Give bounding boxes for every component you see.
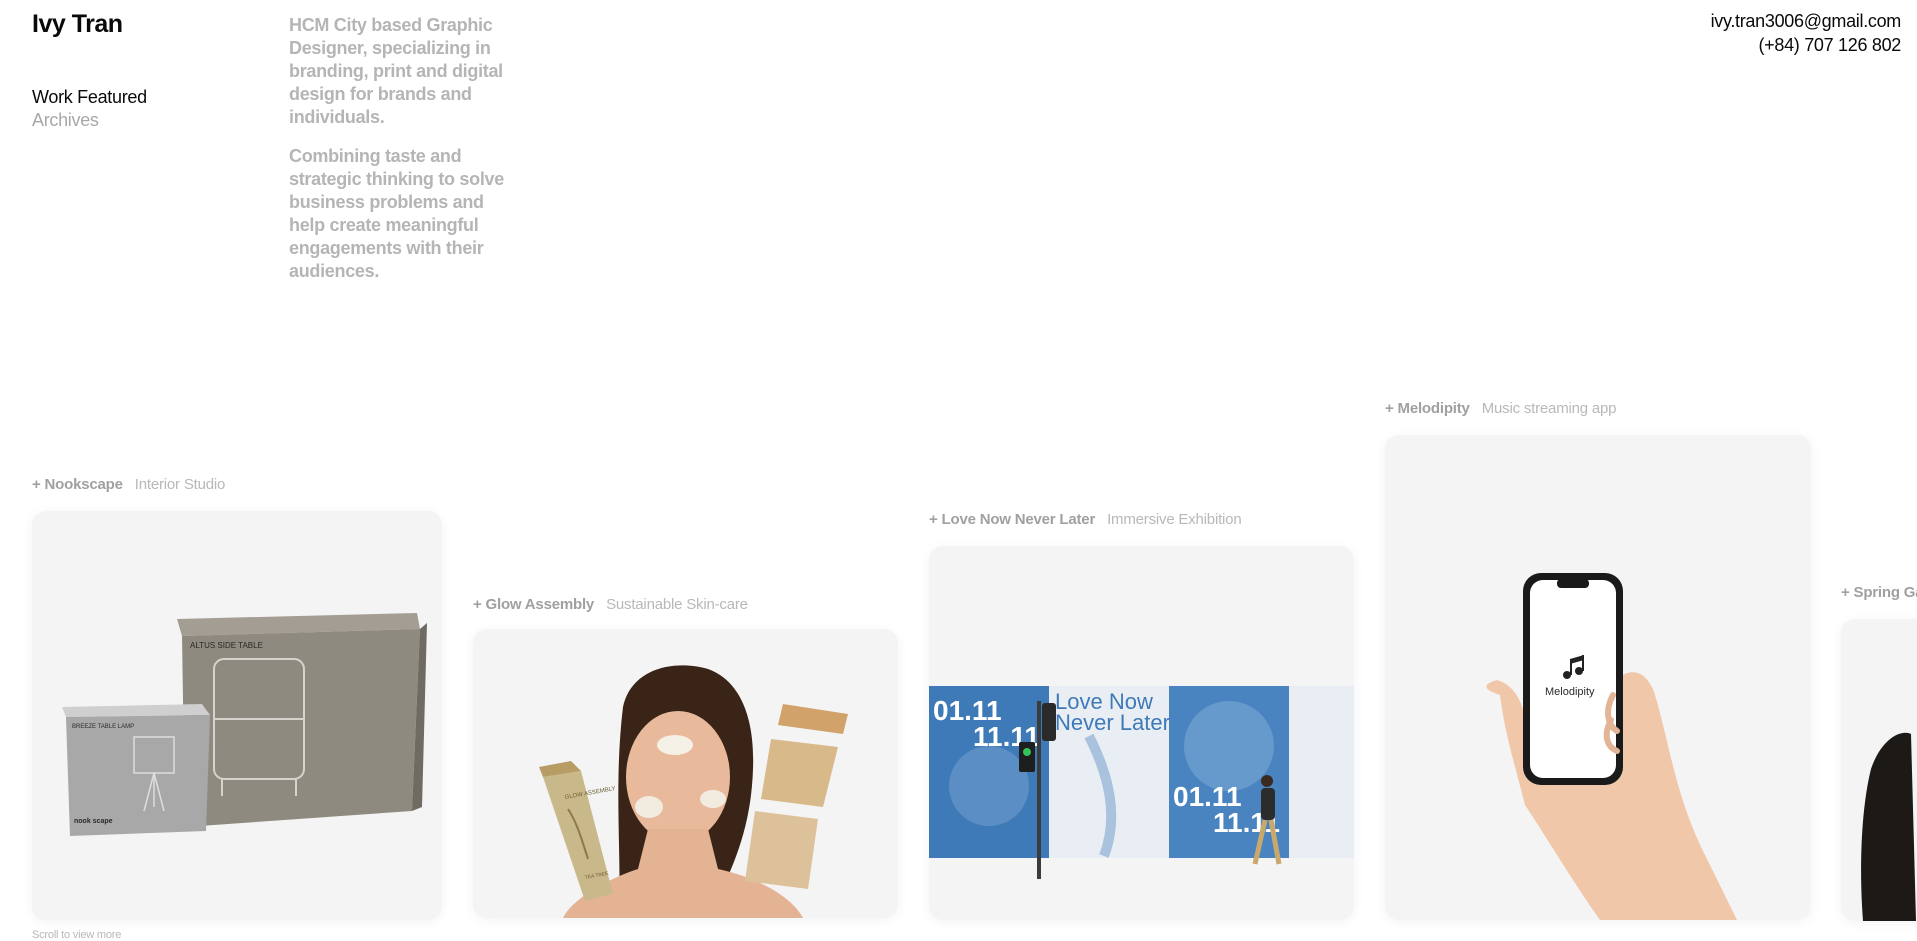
project-description: Interior Studio <box>134 476 226 493</box>
poster-title-2: Never Later <box>1055 710 1170 735</box>
project-description: Sustainable Skin-care <box>606 596 748 613</box>
project-name: + Spring Ga <box>1841 584 1917 601</box>
project-love-now-never-later: + Love Now Never Later Immersive Exhibiti… <box>929 511 1354 920</box>
project-card-nookscape[interactable]: ALTUS SIDE TABLE BREEZE TABLE LAMP nook … <box>32 511 442 920</box>
intro-paragraph-2: Combining taste and strategic thinking t… <box>289 146 504 281</box>
project-card-spring[interactable] <box>1841 619 1917 921</box>
project-glow-assembly: + Glow Assembly Sustainable Skin-care GLO… <box>473 596 898 918</box>
box-label-small: BREEZE TABLE LAMP <box>72 724 134 730</box>
project-melodipity: + Melodipity Music streaming app Melodipi… <box>1385 400 1811 920</box>
project-name: + Melodipity <box>1385 400 1470 417</box>
email-link[interactable]: ivy.tran3006@gmail.com <box>1711 9 1902 33</box>
project-title[interactable]: + Love Now Never Later Immersive Exhibiti… <box>929 511 1354 528</box>
box-label-large: ALTUS SIDE TABLE <box>190 641 263 650</box>
project-title[interactable]: + Nookscape Interior Studio <box>32 476 442 493</box>
phone-link[interactable]: (+84) 707 126 802 <box>1711 33 1901 57</box>
project-title[interactable]: + Spring Ga <box>1841 584 1917 601</box>
spring-project-image <box>1861 732 1916 921</box>
packaging-boxes-image: ALTUS SIDE TABLE BREEZE TABLE LAMP nook … <box>62 613 427 836</box>
site-name[interactable]: Ivy Tran <box>32 10 123 39</box>
project-name: + Love Now Never Later <box>929 511 1096 528</box>
project-card-melodipity[interactable]: Melodipity <box>1385 435 1811 920</box>
intro-text: HCM City based Graphic Designer, special… <box>289 14 509 299</box>
project-name: + Nookscape <box>32 476 123 493</box>
nav-archives[interactable]: Archives <box>32 109 147 132</box>
project-description: Music streaming app <box>1481 400 1617 417</box>
contact-info: ivy.tran3006@gmail.com (+84) 707 126 802 <box>1711 9 1902 57</box>
phone-in-hand-image: Melodipity <box>1486 573 1737 920</box>
project-card-glow-assembly[interactable]: GLOW ASSEMBLY TEA TREE <box>473 629 898 918</box>
intro-paragraph-1: HCM City based Graphic Designer, special… <box>289 15 503 127</box>
app-logo-text: Melodipity <box>1545 686 1595 698</box>
scroll-hint: Scroll to view more <box>32 929 122 941</box>
nav-work-featured[interactable]: Work Featured <box>32 86 147 109</box>
project-title[interactable]: + Melodipity Music streaming app <box>1385 400 1811 417</box>
project-name: + Glow Assembly <box>473 596 595 613</box>
exhibition-posters-image: 01.11 11.11 Love Now Never Later 01.11 1… <box>929 686 1354 879</box>
project-title[interactable]: + Glow Assembly Sustainable Skin-care <box>473 596 898 613</box>
project-description: Immersive Exhibition <box>1107 511 1242 528</box>
skincare-model-image: GLOW ASSEMBLY TEA TREE <box>539 665 848 918</box>
box-brand: nook scape <box>74 818 113 825</box>
project-card-love-now-never-later[interactable]: 01.11 11.11 Love Now Never Later 01.11 1… <box>929 546 1354 920</box>
main-nav: Work Featured Archives <box>32 86 147 132</box>
project-nookscape: + Nookscape Interior Studio ALTUS SIDE TA… <box>32 476 442 920</box>
project-spring: + Spring Ga <box>1841 584 1917 921</box>
